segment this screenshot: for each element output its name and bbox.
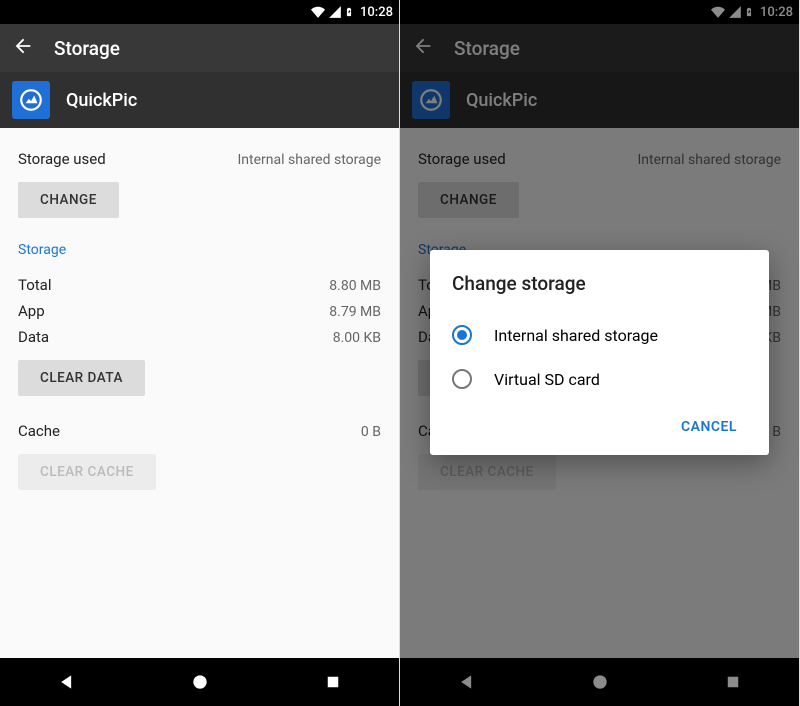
- cancel-button[interactable]: CANCEL: [671, 411, 747, 443]
- back-arrow-icon[interactable]: [12, 35, 34, 61]
- row-total-value: 8.80 MB: [329, 278, 381, 294]
- row-data-value: 8.00 KB: [333, 330, 381, 346]
- quickpic-app-icon: [12, 81, 50, 119]
- change-storage-dialog: Change storage Internal shared storage V…: [430, 250, 769, 455]
- row-app-value: 8.79 MB: [329, 304, 381, 320]
- storage-used-location: Internal shared storage: [238, 152, 382, 168]
- nav-home-icon[interactable]: [189, 671, 211, 693]
- battery-charging-icon: [344, 4, 354, 20]
- radio-option-sdcard[interactable]: Virtual SD card: [452, 357, 747, 401]
- wifi-icon: [310, 5, 326, 19]
- storage-section-head: Storage: [18, 242, 381, 258]
- android-navbar: [0, 658, 399, 706]
- row-total-label: Total: [18, 276, 52, 294]
- radio-option-internal[interactable]: Internal shared storage: [452, 313, 747, 357]
- storage-used-row: Storage used Internal shared storage: [18, 146, 381, 172]
- app-header: QuickPic: [0, 72, 399, 128]
- cell-signal-icon: [328, 5, 342, 19]
- clear-cache-button: CLEAR CACHE: [18, 454, 156, 490]
- storage-used-label: Storage used: [18, 150, 106, 168]
- radio-unselected-icon: [452, 369, 472, 389]
- clear-data-button[interactable]: CLEAR DATA: [18, 360, 145, 396]
- storage-content: Storage used Internal shared storage CHA…: [0, 128, 399, 658]
- row-data-label: Data: [18, 328, 49, 346]
- app-toolbar: Storage: [0, 24, 399, 72]
- toolbar-title: Storage: [54, 37, 120, 60]
- status-bar: 10:28: [0, 0, 399, 24]
- phone-left: 10:28 Storage QuickPic Storage used Inte…: [0, 0, 400, 706]
- app-name: QuickPic: [66, 90, 137, 111]
- row-cache-value: 0 B: [361, 424, 381, 440]
- dialog-title: Change storage: [452, 272, 747, 295]
- row-total: Total 8.80 MB: [18, 272, 381, 298]
- dialog-actions: CANCEL: [452, 411, 747, 443]
- row-data: Data 8.00 KB: [18, 324, 381, 350]
- radio-selected-icon: [452, 325, 472, 345]
- phone-right: 10:28 Storage QuickPic Storage used Inte…: [400, 0, 800, 706]
- radio-option-sd-label: Virtual SD card: [494, 370, 600, 389]
- row-cache-label: Cache: [18, 422, 60, 440]
- radio-option-internal-label: Internal shared storage: [494, 326, 658, 345]
- row-cache: Cache 0 B: [18, 418, 381, 444]
- status-time: 10:28: [360, 5, 393, 20]
- change-button[interactable]: CHANGE: [18, 182, 119, 218]
- row-app: App 8.79 MB: [18, 298, 381, 324]
- nav-recent-icon[interactable]: [322, 671, 344, 693]
- nav-back-icon[interactable]: [56, 671, 78, 693]
- row-app-label: App: [18, 302, 45, 320]
